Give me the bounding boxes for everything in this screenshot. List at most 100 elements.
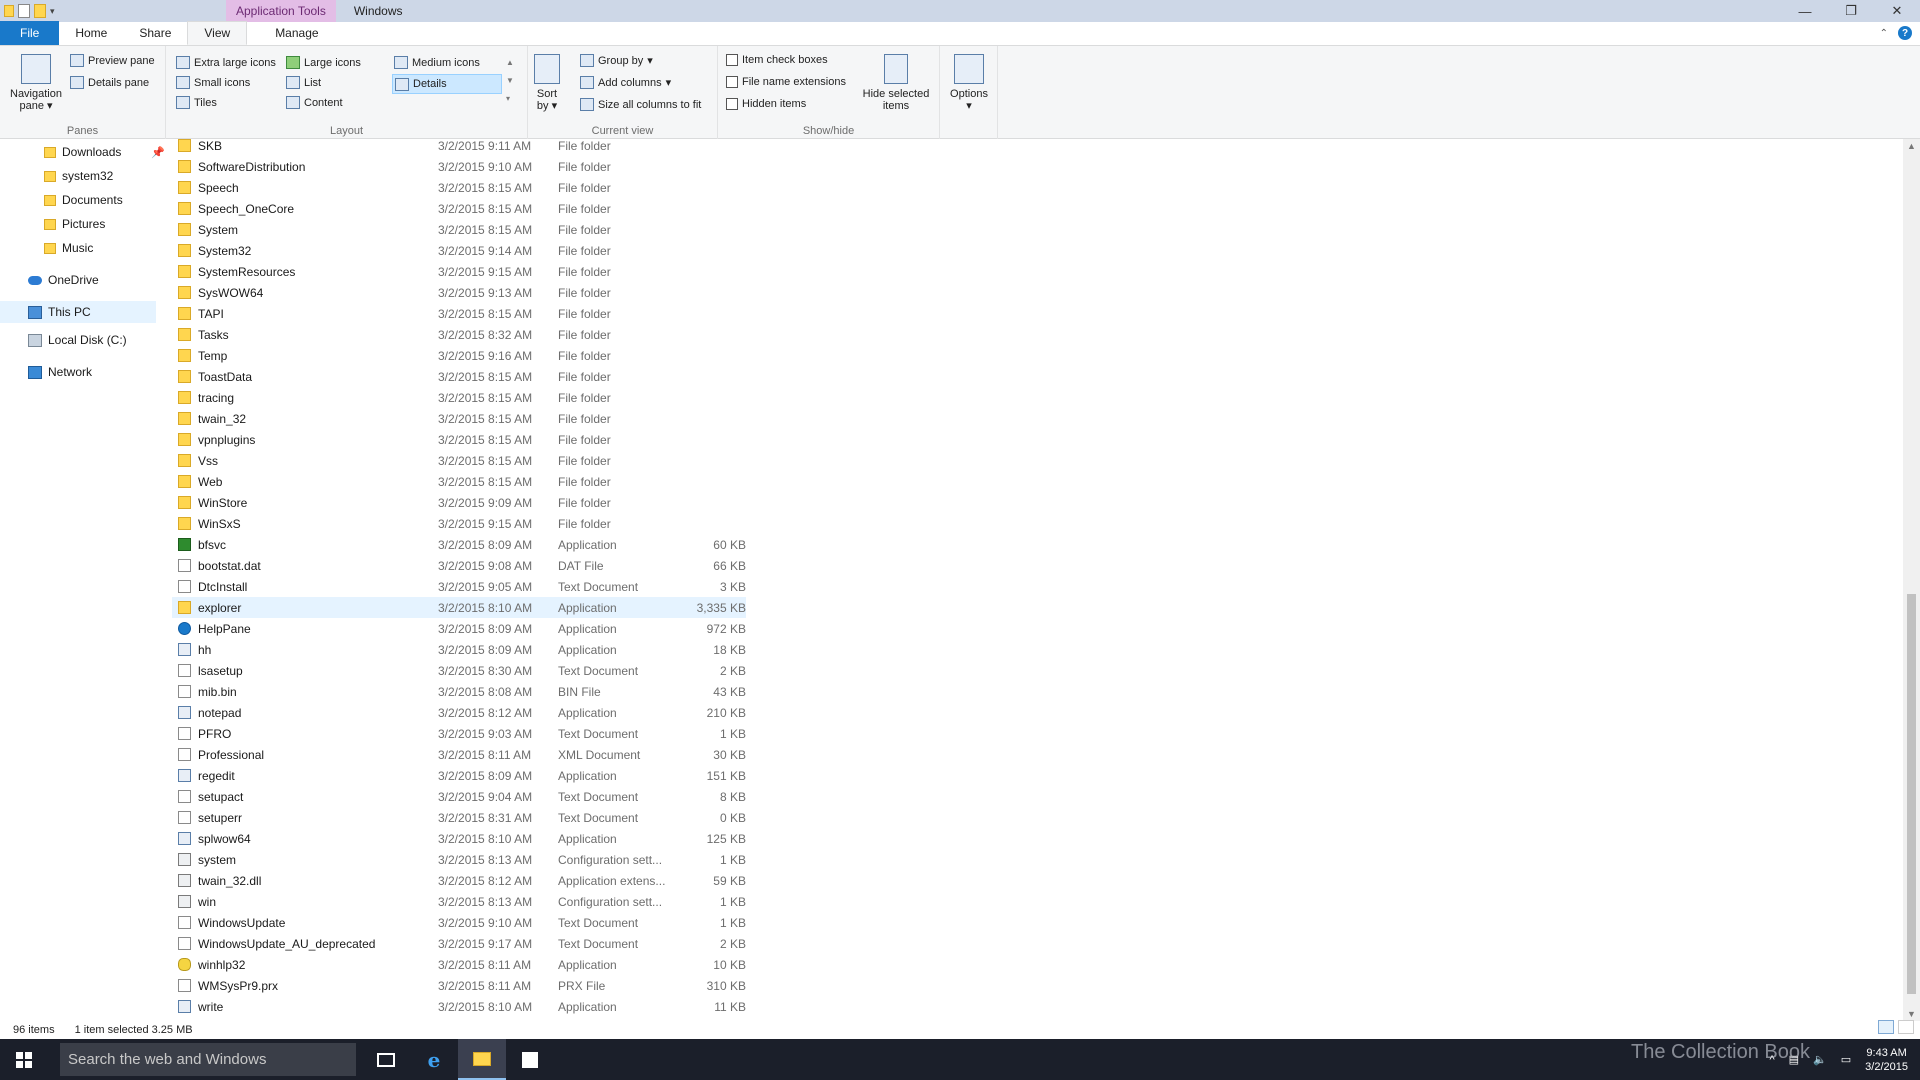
- nav-item-pictures[interactable]: Pictures: [44, 217, 105, 231]
- file-row[interactable]: winhlp32 3/2/2015 8:11 AM Application 10 KB: [172, 954, 746, 975]
- clock[interactable]: 9:43 AM 3/2/2015: [1865, 1046, 1908, 1074]
- file-row[interactable]: twain_32.dll 3/2/2015 8:12 AM Application …: [172, 870, 746, 891]
- add-columns-button[interactable]: Add columns ▾: [580, 76, 671, 89]
- file-row[interactable]: WinSxS 3/2/2015 9:15 AM File folder: [172, 513, 746, 534]
- nav-item-onedrive[interactable]: OneDrive: [28, 273, 99, 287]
- restore-button[interactable]: ❐: [1828, 0, 1874, 22]
- preview-pane-button[interactable]: Preview pane: [70, 54, 155, 67]
- file-row[interactable]: SKB 3/2/2015 9:11 AM File folder: [172, 139, 746, 156]
- file-row[interactable]: Web 3/2/2015 8:15 AM File folder: [172, 471, 746, 492]
- hidden-items-checkbox[interactable]: [726, 98, 738, 110]
- tab-view[interactable]: View: [187, 21, 248, 45]
- nav-item-downloads[interactable]: Downloads 📌: [44, 145, 165, 159]
- file-row[interactable]: explorer 3/2/2015 8:10 AM Application 3,335…: [172, 597, 746, 618]
- tab-manage[interactable]: Manage: [247, 21, 346, 45]
- file-row[interactable]: SystemResources 3/2/2015 9:15 AM File fold…: [172, 261, 746, 282]
- file-row[interactable]: Speech_OneCore 3/2/2015 8:15 AM File folde…: [172, 198, 746, 219]
- file-row[interactable]: lsasetup 3/2/2015 8:30 AM Text Document 2 K…: [172, 660, 746, 681]
- taskbar-search-input[interactable]: Search the web and Windows: [60, 1043, 356, 1076]
- nav-item-system32[interactable]: system32: [44, 169, 113, 183]
- file-row[interactable]: bootstat.dat 3/2/2015 9:08 AM DAT File 66 K…: [172, 555, 746, 576]
- vertical-scrollbar[interactable]: ▲ ▼: [1903, 139, 1920, 1021]
- file-row[interactable]: regedit 3/2/2015 8:09 AM Application 151 KB: [172, 765, 746, 786]
- file-row[interactable]: bfsvc 3/2/2015 8:09 AM Application 60 KB: [172, 534, 746, 555]
- collapse-ribbon-icon[interactable]: ⌃: [1880, 28, 1888, 39]
- size-all-columns-button[interactable]: Size all columns to fit: [580, 98, 701, 111]
- file-row[interactable]: win 3/2/2015 8:13 AM Configuration sett...…: [172, 891, 746, 912]
- close-button[interactable]: ✕: [1874, 0, 1920, 22]
- file-row[interactable]: Professional 3/2/2015 8:11 AM XML Document…: [172, 744, 746, 765]
- medium-icons-button[interactable]: Medium icons: [394, 56, 480, 69]
- file-row[interactable]: System32 3/2/2015 9:14 AM File folder: [172, 240, 746, 261]
- file-explorer-button[interactable]: [458, 1039, 506, 1080]
- file-row[interactable]: splwow64 3/2/2015 8:10 AM Application 125 K…: [172, 828, 746, 849]
- file-row[interactable]: notepad 3/2/2015 8:12 AM Application 210 KB: [172, 702, 746, 723]
- hide-selected-items-button[interactable]: Hide selected items: [858, 54, 934, 112]
- nav-item-documents[interactable]: Documents: [44, 193, 123, 207]
- large-icons-view-icon[interactable]: [1898, 1020, 1914, 1034]
- layout-scroll-icon[interactable]: ▲ ▼ ▾: [506, 54, 514, 108]
- list-button[interactable]: List: [286, 76, 321, 89]
- file-row[interactable]: tracing 3/2/2015 8:15 AM File folder: [172, 387, 746, 408]
- file-row[interactable]: twain_32 3/2/2015 8:15 AM File folder: [172, 408, 746, 429]
- group-by-button[interactable]: Group by ▾: [580, 54, 653, 67]
- help-icon[interactable]: ?: [1898, 26, 1912, 40]
- file-row[interactable]: vpnplugins 3/2/2015 8:15 AM File folder: [172, 429, 746, 450]
- file-row[interactable]: WMSysPr9.prx 3/2/2015 8:11 AM PRX File 310 …: [172, 975, 746, 996]
- hidden-items-toggle[interactable]: Hidden items: [726, 98, 806, 110]
- file-row[interactable]: ToastData 3/2/2015 8:15 AM File folder: [172, 366, 746, 387]
- nav-item-local-disk[interactable]: Local Disk (C:): [28, 333, 127, 347]
- file-row[interactable]: Temp 3/2/2015 9:16 AM File folder: [172, 345, 746, 366]
- start-button[interactable]: [0, 1039, 48, 1080]
- sort-by-button[interactable]: Sort by ▾: [532, 54, 562, 112]
- action-center-icon[interactable]: ▭: [1841, 1053, 1851, 1066]
- task-view-button[interactable]: [362, 1039, 410, 1080]
- file-row[interactable]: SysWOW64 3/2/2015 9:13 AM File folder: [172, 282, 746, 303]
- nav-item-music[interactable]: Music: [44, 241, 93, 255]
- file-name-extensions-toggle[interactable]: File name extensions: [726, 76, 846, 88]
- minimize-button[interactable]: —: [1782, 0, 1828, 22]
- file-row[interactable]: Speech 3/2/2015 8:15 AM File folder: [172, 177, 746, 198]
- file-row[interactable]: Tasks 3/2/2015 8:32 AM File folder: [172, 324, 746, 345]
- nav-item-this-pc[interactable]: This PC: [0, 301, 156, 323]
- file-row[interactable]: system 3/2/2015 8:13 AM Configuration sett…: [172, 849, 746, 870]
- internet-explorer-button[interactable]: e: [410, 1039, 458, 1080]
- properties-icon[interactable]: [18, 4, 30, 18]
- file-row[interactable]: Vss 3/2/2015 8:15 AM File folder: [172, 450, 746, 471]
- options-button[interactable]: Options ▾: [944, 54, 994, 112]
- tab-share[interactable]: Share: [123, 21, 187, 45]
- file-row[interactable]: System 3/2/2015 8:15 AM File folder: [172, 219, 746, 240]
- tab-file[interactable]: File: [0, 21, 60, 45]
- large-icons-button[interactable]: Large icons: [286, 56, 361, 69]
- volume-icon[interactable]: 🔈: [1813, 1053, 1827, 1066]
- pin-icon[interactable]: 📌: [151, 146, 165, 159]
- details-pane-button[interactable]: Details pane: [70, 76, 149, 89]
- file-row[interactable]: WindowsUpdate 3/2/2015 9:10 AM Text Docume…: [172, 912, 746, 933]
- nav-item-network[interactable]: Network: [28, 365, 92, 379]
- file-name-extensions-checkbox[interactable]: [726, 76, 738, 88]
- content-button[interactable]: Content: [286, 96, 343, 109]
- item-check-boxes-toggle[interactable]: Item check boxes: [726, 54, 828, 66]
- file-row[interactable]: WindowsUpdate_AU_deprecated 3/2/2015 9:17…: [172, 933, 746, 954]
- new-folder-icon[interactable]: [34, 4, 46, 18]
- file-row[interactable]: PFRO 3/2/2015 9:03 AM Text Document 1 KB: [172, 723, 746, 744]
- file-row[interactable]: SoftwareDistribution 3/2/2015 9:10 AM File…: [172, 156, 746, 177]
- file-row[interactable]: DtcInstall 3/2/2015 9:05 AM Text Document 3…: [172, 576, 746, 597]
- details-view-icon[interactable]: [1878, 1020, 1894, 1034]
- file-row[interactable]: mib.bin 3/2/2015 8:08 AM BIN File 43 KB: [172, 681, 746, 702]
- scroll-up-icon[interactable]: ▲: [1907, 141, 1916, 151]
- chevron-down-icon[interactable]: ▾: [50, 6, 55, 17]
- tiles-button[interactable]: Tiles: [176, 96, 217, 109]
- file-row[interactable]: setuperr 3/2/2015 8:31 AM Text Document 0 K…: [172, 807, 746, 828]
- file-row[interactable]: write 3/2/2015 8:10 AM Application 11 KB: [172, 996, 746, 1017]
- small-icons-button[interactable]: Small icons: [176, 76, 250, 89]
- extra-large-icons-button[interactable]: Extra large icons: [176, 56, 276, 69]
- store-button[interactable]: [506, 1039, 554, 1080]
- file-row[interactable]: TAPI 3/2/2015 8:15 AM File folder: [172, 303, 746, 324]
- item-check-boxes-checkbox[interactable]: [726, 54, 738, 66]
- file-row[interactable]: setupact 3/2/2015 9:04 AM Text Document 8 K…: [172, 786, 746, 807]
- file-row[interactable]: HelpPane 3/2/2015 8:09 AM Application 972 K…: [172, 618, 746, 639]
- file-row[interactable]: hh 3/2/2015 8:09 AM Application 18 KB: [172, 639, 746, 660]
- scroll-thumb[interactable]: [1907, 594, 1916, 994]
- navigation-pane-button[interactable]: Navigation pane ▾: [6, 54, 66, 112]
